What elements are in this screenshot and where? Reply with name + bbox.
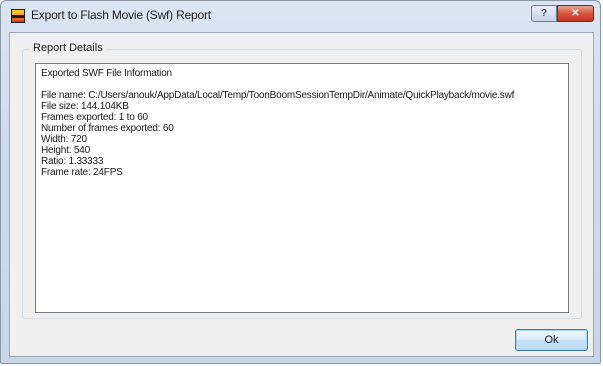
close-button[interactable]: ✕	[557, 5, 594, 22]
window-title: Export to Flash Movie (Swf) Report	[31, 8, 211, 22]
report-heading: Exported SWF File Information	[41, 68, 172, 79]
app-icon	[11, 9, 25, 23]
frames-exported-line: Frames exported: 1 to 60	[41, 112, 148, 123]
file-size-line: File size: 144.104KB	[41, 101, 129, 112]
report-text-area[interactable]: Exported SWF File Information File name:…	[35, 63, 569, 313]
export-report-dialog: Export to Flash Movie (Swf) Report ? ✕ R…	[0, 0, 601, 364]
height-line: Height: 540	[41, 145, 90, 156]
width-line: Width: 720	[41, 134, 87, 145]
ok-button[interactable]: Ok	[515, 329, 588, 351]
close-icon: ✕	[571, 8, 580, 19]
report-details-group: Report Details Exported SWF File Informa…	[22, 42, 582, 319]
frame-count-line: Number of frames exported: 60	[41, 123, 174, 134]
help-button[interactable]: ?	[531, 5, 557, 22]
ratio-line: Ratio: 1.33333	[41, 156, 104, 167]
frame-rate-line: Frame rate: 24FPS	[41, 167, 123, 178]
file-name-line: File name: C:/Users/anouk/AppData/Local/…	[41, 90, 515, 101]
dialog-body: Report Details Exported SWF File Informa…	[9, 32, 594, 357]
group-label: Report Details	[30, 42, 106, 54]
help-icon: ?	[540, 8, 548, 19]
title-bar[interactable]: Export to Flash Movie (Swf) Report ? ✕	[1, 1, 600, 33]
